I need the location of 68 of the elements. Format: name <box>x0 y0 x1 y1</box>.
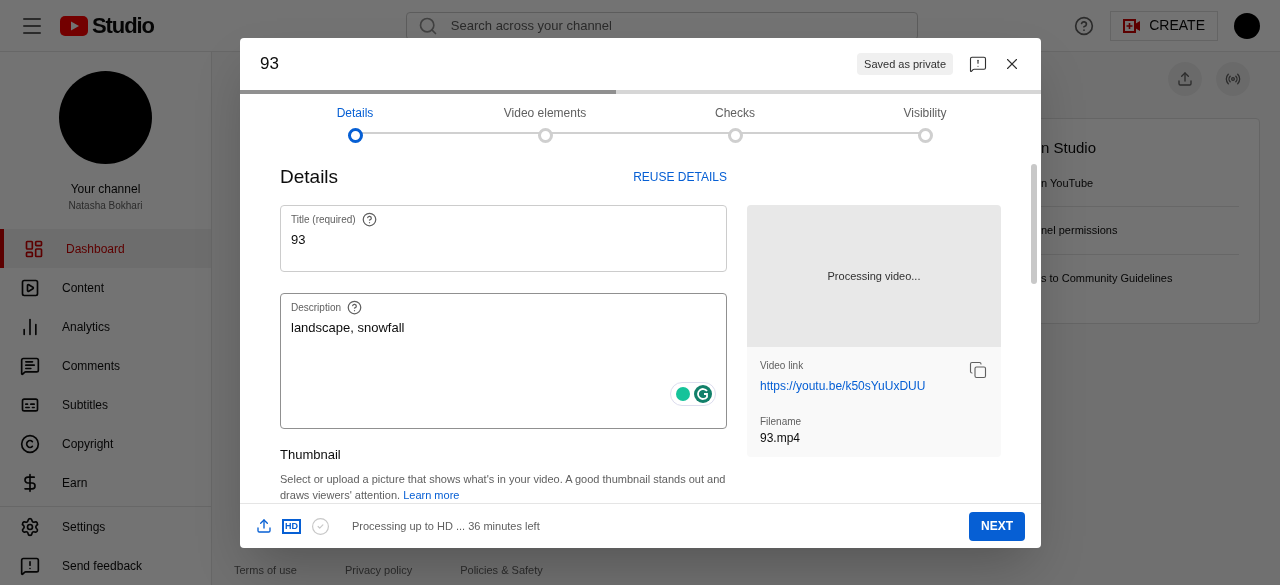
description-field[interactable]: Description landscape, snowfall <box>280 293 727 429</box>
help-icon[interactable] <box>347 300 363 315</box>
hd-icon: HD <box>282 518 301 534</box>
status-badge: Saved as private <box>857 52 953 76</box>
sidebar-item[interactable]: Send feedback <box>0 546 211 585</box>
title-field[interactable]: Title (required) 93 <box>280 205 727 272</box>
upload-icon <box>256 518 272 534</box>
next-button[interactable]: NEXT <box>969 511 1025 541</box>
channel-title: Your channel <box>70 181 141 198</box>
info-label: Filename <box>760 415 803 429</box>
card-link[interactable]: s to Community Guidelines <box>1041 254 1239 301</box>
logo-text: Studio <box>92 12 154 40</box>
step-tab[interactable]: Checks <box>640 104 830 143</box>
video-camera-icon <box>1123 18 1142 33</box>
sidebar-item[interactable]: Earn <box>0 463 211 502</box>
step-tab[interactable]: Details <box>260 104 450 143</box>
create-button[interactable]: CREATE <box>1110 10 1218 41</box>
nav-icon <box>20 433 40 454</box>
sidebar-item[interactable]: Copyright <box>0 424 211 463</box>
info-label: Video link <box>760 359 804 373</box>
field-label: Description <box>291 301 342 315</box>
help-icon[interactable] <box>1074 15 1095 36</box>
search-icon <box>417 15 438 36</box>
footer-link[interactable]: Privacy policy <box>344 561 413 578</box>
nav-icon <box>20 277 40 298</box>
dialog-title: 93 <box>260 53 279 76</box>
sidebar-item[interactable]: Subtitles <box>0 385 211 424</box>
logo-icon <box>60 15 88 36</box>
grammar-assistant-icon[interactable] <box>670 382 716 406</box>
broadcast-icon <box>1225 71 1241 87</box>
feedback-icon[interactable] <box>969 55 987 73</box>
nav-icon <box>20 555 40 576</box>
scrollbar[interactable] <box>1031 164 1037 284</box>
field-value: 93 <box>291 231 307 249</box>
search-field[interactable]: Search across your channel <box>405 11 918 40</box>
card-title: n Studio <box>1041 138 1098 158</box>
sidebar-item[interactable]: Comments <box>0 346 211 385</box>
copy-icon[interactable] <box>969 361 987 379</box>
thumbnail-description: Select or upload a picture that shows what's in your video. A good thumbnail stands out and draws viewers' attention. Learn more <box>280 471 727 503</box>
avatar[interactable] <box>1234 12 1260 39</box>
nav-icon <box>20 355 40 376</box>
help-icon[interactable] <box>361 212 377 227</box>
field-label: Title (required) <box>291 213 356 227</box>
field-value: landscape, snowfall <box>291 319 406 337</box>
nav-icon <box>20 516 40 537</box>
nav-icon <box>24 238 44 259</box>
sidebar-item[interactable]: Settings <box>0 507 211 546</box>
check-icon <box>311 516 330 536</box>
upload-icon <box>1177 71 1193 87</box>
filename: 93.mp4 <box>760 430 802 447</box>
preview-status: Processing video... <box>827 268 921 284</box>
reuse-details-button[interactable]: REUSE DETAILS <box>633 168 727 186</box>
live-button[interactable] <box>1216 62 1250 96</box>
channel-name: Natasha Bokhari <box>68 199 143 213</box>
sidebar-item[interactable]: Content <box>0 268 211 307</box>
footer-link[interactable]: Terms of use <box>234 561 297 578</box>
step-tab[interactable]: Video elements <box>450 104 640 143</box>
sidebar-item[interactable]: Dashboard <box>0 229 211 268</box>
step-tab[interactable]: Visibility <box>830 104 1020 143</box>
processing-status: Processing up to HD ... 36 minutes left <box>352 518 540 534</box>
video-link[interactable]: https://youtu.be/k50sYuUxDUU <box>760 379 926 393</box>
learn-more-link[interactable]: Learn more <box>403 488 460 501</box>
footer-link[interactable]: Policies & Safety <box>460 561 543 578</box>
thumbnail-heading: Thumbnail <box>280 446 342 464</box>
nav-icon <box>20 316 40 337</box>
sidebar-item[interactable]: Analytics <box>0 307 211 346</box>
section-title: Details <box>280 164 339 189</box>
upload-button[interactable] <box>1168 62 1202 96</box>
